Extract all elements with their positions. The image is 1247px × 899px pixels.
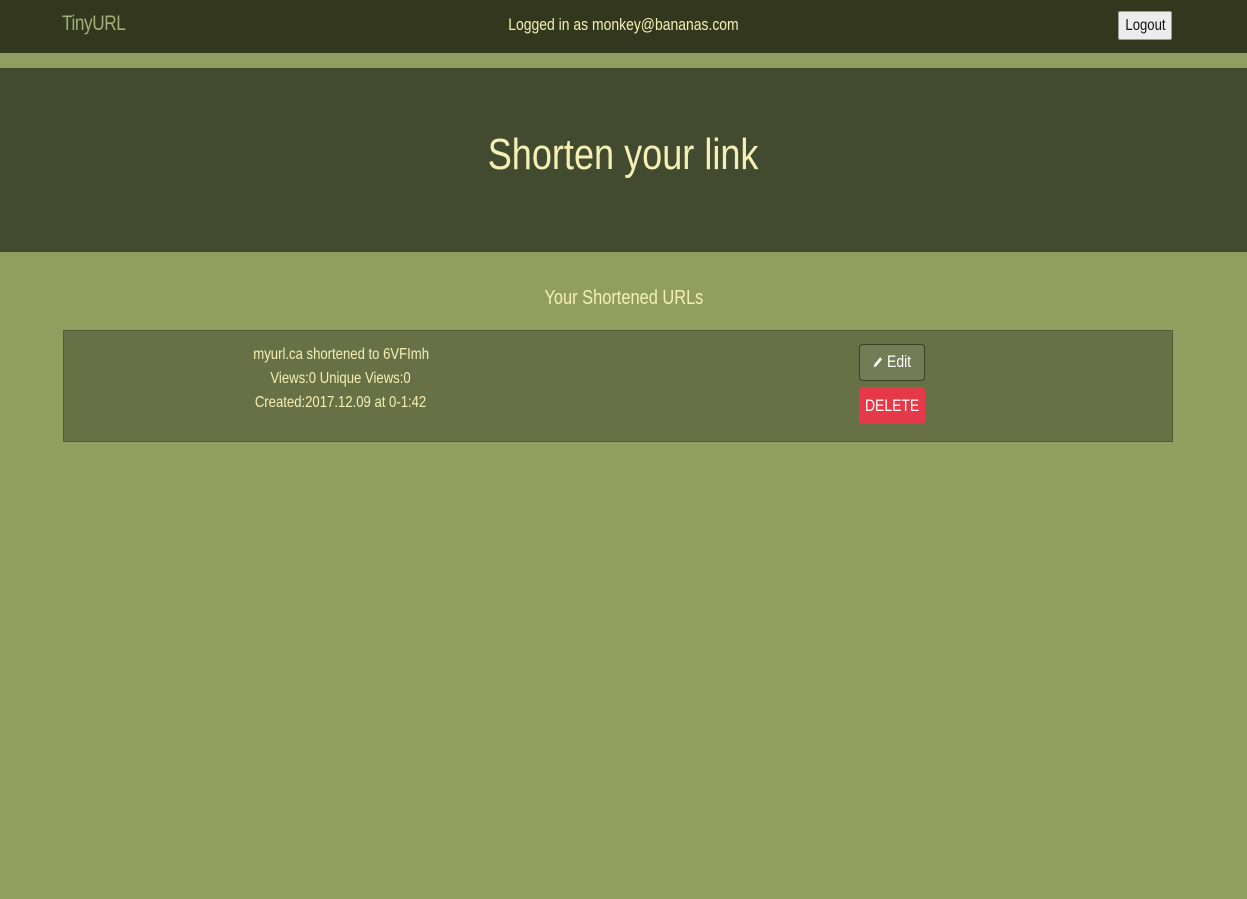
edit-button[interactable]: Edit xyxy=(859,344,925,381)
page-title: Shorten your link xyxy=(0,130,1247,180)
hero-banner: Shorten your link xyxy=(0,68,1247,252)
pencil-icon xyxy=(874,356,883,367)
url-summary: myurl.ca shortened to 6VFImh xyxy=(253,346,429,363)
edit-label: Edit xyxy=(887,351,912,371)
logged-in-status: Logged in as monkey@bananas.com xyxy=(0,15,1247,35)
url-info: myurl.ca shortened to 6VFImh Views:0 Uni… xyxy=(156,343,526,415)
url-list-item: myurl.ca shortened to 6VFImh Views:0 Uni… xyxy=(63,330,1173,442)
navbar: TinyURL Logged in as monkey@bananas.com … xyxy=(0,0,1247,53)
section-title-text: Your Shortened URLs xyxy=(544,287,703,309)
delete-label: DELETE xyxy=(864,395,920,415)
logout-label: Logout xyxy=(1124,16,1166,34)
section-title: Your Shortened URLs xyxy=(0,287,1247,310)
logged-in-text: Logged in as monkey@bananas.com xyxy=(508,15,739,34)
logout-button[interactable]: Logout xyxy=(1118,11,1172,40)
url-views: Views:0 Unique Views:0 xyxy=(270,370,412,387)
url-created: Created:2017.12.09 at 0-1:42 xyxy=(255,394,427,411)
delete-button[interactable]: DELETE xyxy=(859,387,925,424)
page-title-text: Shorten your link xyxy=(488,130,759,179)
